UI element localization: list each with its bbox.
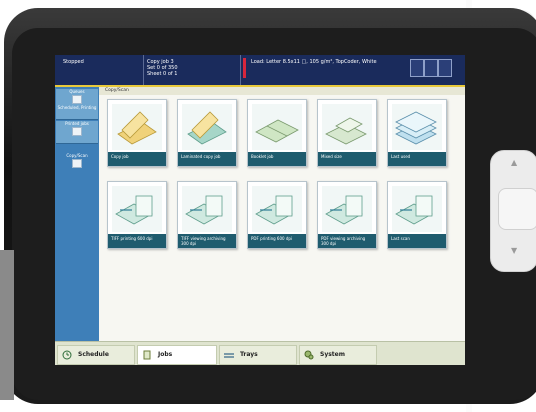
tab-trays[interactable]: Trays: [219, 345, 297, 365]
tile-label: Copy job: [108, 152, 166, 166]
current-job-info[interactable]: Copy job 3 Set 0 of 350 Sheet 0 of 1: [147, 59, 178, 77]
tab-label: Schedule: [78, 351, 109, 358]
sidebar-item-printed-jobs[interactable]: Printed jobs: [56, 121, 98, 144]
sidebar-item-label: Printed jobs: [65, 121, 89, 126]
network-icon[interactable]: [438, 59, 452, 77]
printer-icon: [72, 95, 82, 104]
bottom-nav-bar: Schedule Jobs Trays System: [55, 341, 465, 365]
trays-icon: [224, 350, 234, 360]
scan-to-file-icon: [182, 186, 232, 232]
tab-jobs[interactable]: Jobs: [137, 345, 217, 365]
tab-label: Trays: [240, 351, 258, 358]
scan-to-file-icon: [252, 186, 302, 232]
mixed-size-icon: [322, 104, 372, 150]
tab-label: Jobs: [158, 351, 173, 358]
sidebar-item-copy-scan[interactable]: Copy/Scan: [56, 153, 98, 177]
last-used-icon: [392, 104, 442, 150]
sidebar-item-label: Copy/Scan: [66, 153, 88, 158]
device-edge-strip: [0, 250, 14, 400]
tile-label: PDF printing 600 dpi: [248, 234, 306, 248]
tab-system[interactable]: System: [299, 345, 377, 365]
scan-to-file-icon: [322, 186, 372, 232]
load-info[interactable]: Load: Letter 8.5x11 □, 105 g/m², TopCode…: [251, 59, 401, 65]
device-bezel: ▲ ▼ Stopped Copy job 3 Set 0 of 350 Shee…: [0, 0, 536, 412]
tile-label: TIFF printing 600 dpi: [108, 234, 166, 248]
sidebar: Queues Scheduled, Printing Printed jobs …: [55, 87, 99, 341]
job-sheet-count: Sheet 0 of 1: [147, 71, 178, 77]
sidebar-item-label: Queues: [69, 89, 85, 94]
printed-jobs-icon: [72, 127, 82, 136]
scan-to-file-icon: [112, 186, 162, 232]
tab-schedule[interactable]: Schedule: [57, 345, 135, 365]
job-template-grid: Copy job Laminated copy job Booklet job …: [107, 99, 457, 299]
energy-icon[interactable]: [410, 59, 424, 77]
hardware-ok-button[interactable]: [498, 188, 536, 230]
tab-label: System: [320, 351, 345, 358]
copy-icon: [112, 104, 162, 150]
tile-label: TIFF viewing archiving 300 dpi: [178, 234, 236, 248]
info-icon[interactable]: [424, 59, 438, 77]
tile-last-used[interactable]: Last used: [387, 99, 447, 167]
tile-tiff-printing[interactable]: TIFF printing 600 dpi: [107, 181, 167, 249]
load-alert-marker: [243, 58, 246, 78]
tile-label: PDF viewing archiving 300 dpi: [318, 234, 376, 248]
scan-to-file-icon: [392, 186, 442, 232]
status-divider: [240, 55, 241, 85]
tile-label: Last used: [388, 152, 446, 166]
breadcrumb: Copy/Scan: [99, 87, 465, 95]
hardware-up-arrow-icon[interactable]: ▲: [511, 158, 517, 167]
booklet-icon: [252, 104, 302, 150]
tile-label: Mixed size: [318, 152, 376, 166]
copy-scan-icon: [72, 159, 82, 168]
tile-last-scan[interactable]: Last scan: [387, 181, 447, 249]
sidebar-item-sublabel: Scheduled, Printing: [57, 105, 97, 110]
tile-pdf-viewing-archiving[interactable]: PDF viewing archiving 300 dpi: [317, 181, 377, 249]
tile-label: Last scan: [388, 234, 446, 248]
tile-mixed-size[interactable]: Mixed size: [317, 99, 377, 167]
status-divider: [143, 55, 144, 85]
status-bar: Stopped Copy job 3 Set 0 of 350 Sheet 0 …: [55, 55, 465, 85]
jobs-icon: [142, 350, 152, 360]
machine-state: Stopped: [63, 59, 84, 65]
sidebar-item-queues[interactable]: Queues Scheduled, Printing: [56, 89, 98, 120]
tile-laminated-copy-job[interactable]: Laminated copy job: [177, 99, 237, 167]
laminated-copy-icon: [182, 104, 232, 150]
hardware-down-arrow-icon[interactable]: ▼: [511, 246, 517, 255]
load-value: Letter 8.5x11 □, 105 g/m², TopCoder, Whi…: [266, 59, 377, 65]
tile-booklet-job[interactable]: Booklet job: [247, 99, 307, 167]
tile-copy-job[interactable]: Copy job: [107, 99, 167, 167]
touch-screen: Stopped Copy job 3 Set 0 of 350 Sheet 0 …: [55, 55, 465, 365]
tile-label: Laminated copy job: [178, 152, 236, 166]
load-label: Load:: [251, 59, 265, 65]
tile-pdf-printing[interactable]: PDF printing 600 dpi: [247, 181, 307, 249]
clock-icon: [62, 350, 72, 360]
tile-tiff-viewing-archiving[interactable]: TIFF viewing archiving 300 dpi: [177, 181, 237, 249]
gears-icon: [304, 350, 314, 360]
tile-label: Booklet job: [248, 152, 306, 166]
